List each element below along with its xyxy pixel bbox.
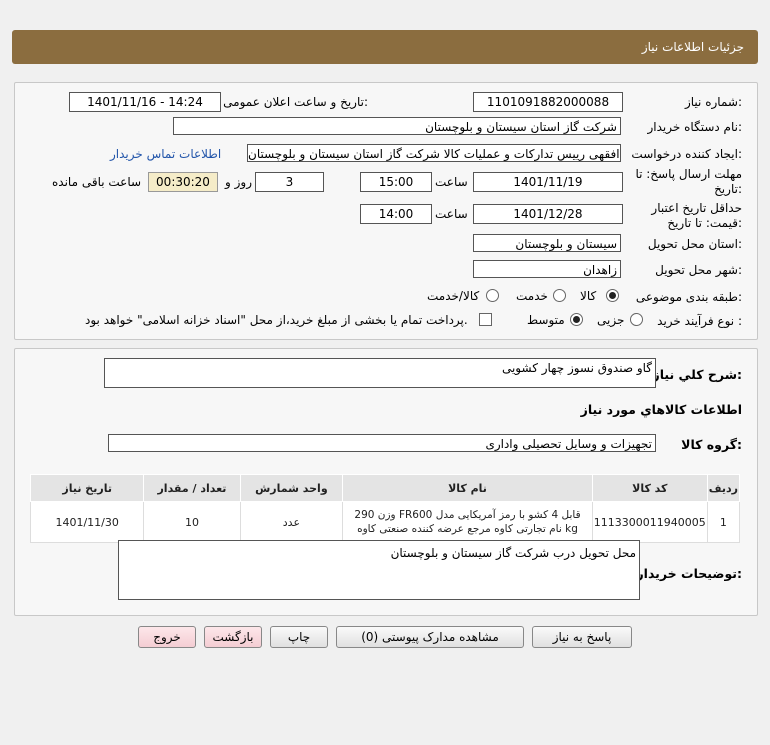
- cell-code: 1113300011940005: [591, 501, 708, 543]
- category-option-goods-service: کالا/خدمت: [427, 289, 480, 303]
- creator-field: سید مهدی افقهی رییس تدارکات و عملیات کال…: [247, 144, 621, 162]
- cell-row-number: 1: [706, 501, 741, 543]
- table-row: 1 1113300011940005 قابل 4 کشو با رمز آمر…: [29, 501, 741, 543]
- buyer-notes-label: توضیحات خریدار:: [636, 566, 742, 581]
- category-radio-goods[interactable]: [606, 289, 619, 302]
- validity-time-field: 14:00: [360, 204, 432, 224]
- goods-group-field: تجهیزات و وسایل تحصیلی واداری: [108, 434, 656, 452]
- col-header-row-number: ردیف: [706, 474, 741, 502]
- panel-header: جزئیات اطلاعات نیاز: [12, 30, 758, 64]
- col-header-date: تاریخ نیاز: [29, 474, 145, 502]
- buyer-notes-field: محل تحویل درب شرکت گاز سیستان و بلوچستان: [118, 540, 640, 600]
- days-label: روز و: [225, 175, 252, 189]
- reply-button[interactable]: پاسخ به نیاز: [532, 626, 632, 648]
- col-header-qty: تعداد / مقدار: [143, 474, 241, 502]
- treasury-payment-note: پرداخت تمام یا بخشی از مبلغ خرید،از محل …: [85, 313, 468, 327]
- page-title: جزئیات اطلاعات نیاز: [641, 40, 744, 54]
- category-option-goods: کالا: [580, 289, 597, 303]
- goods-group-label: گروه کالا:: [681, 437, 742, 452]
- col-header-unit: واحد شمارش: [239, 474, 344, 502]
- province-field: سیستان و بلوچستان: [473, 234, 621, 252]
- category-option-service: خدمت: [516, 289, 548, 303]
- validity-label-line1: حداقل تاریخ اعتبار: [651, 201, 742, 215]
- validity-label-line2: قیمت: تا تاریخ:: [667, 216, 742, 230]
- province-label: استان محل تحویل:: [647, 237, 742, 251]
- deadline-time-label: ساعت: [435, 175, 468, 189]
- process-label: نوع فرآیند خرید :: [657, 314, 742, 328]
- table-header-row: ردیف کد کالا نام کالا واحد شمارش تعداد /…: [29, 474, 741, 502]
- cell-qty: 10: [143, 501, 241, 543]
- print-button[interactable]: چاپ: [270, 626, 328, 648]
- summary-field: گاو صندوق نسوز چهار کشویی: [104, 358, 656, 388]
- attachments-button[interactable]: مشاهده مدارک پیوستی (0): [336, 626, 524, 648]
- days-field: 3: [255, 172, 324, 192]
- cell-date: 1401/11/30: [29, 501, 145, 543]
- cell-name: قابل 4 کشو با رمز آمریکایی مدل FR600 وزن…: [342, 501, 593, 543]
- process-option-medium: متوسط: [527, 313, 565, 327]
- deadline-date-field: 1401/11/19: [473, 172, 623, 192]
- exit-button[interactable]: خروج: [138, 626, 196, 648]
- col-header-name: نام کالا: [342, 474, 593, 502]
- remaining-label: ساعت باقی مانده: [52, 175, 142, 189]
- announce-label: تاریخ و ساعت اعلان عمومی:: [223, 95, 368, 109]
- city-field: زاهدان: [473, 260, 621, 278]
- process-radio-medium[interactable]: [570, 313, 583, 326]
- back-button[interactable]: بازگشت: [204, 626, 262, 648]
- city-label: شهر محل تحویل:: [655, 263, 742, 277]
- summary-label: شرح کلي نياز:: [652, 367, 743, 382]
- contact-buyer-link[interactable]: اطلاعات تماس خریدار: [110, 147, 221, 161]
- cell-unit: عدد: [239, 501, 344, 543]
- announce-field: 1401/11/16 - 14:24: [69, 92, 221, 112]
- category-radio-service[interactable]: [553, 289, 566, 302]
- process-radio-minor[interactable]: [630, 313, 643, 326]
- process-option-minor: جزیی: [597, 313, 625, 327]
- validity-time-label: ساعت: [435, 207, 468, 221]
- deadline-time-field: 15:00: [360, 172, 432, 192]
- need-number-label: شماره نیاز:: [684, 95, 742, 109]
- remaining-time-field: 00:30:20: [148, 172, 218, 192]
- goods-table: ردیف کد کالا نام کالا واحد شمارش تعداد /…: [29, 474, 741, 543]
- validity-date-field: 1401/12/28: [473, 204, 623, 224]
- category-radio-goods-service[interactable]: [486, 289, 499, 302]
- treasury-payment-checkbox[interactable]: [479, 313, 492, 326]
- deadline-label-line2: تاریخ:: [714, 182, 742, 196]
- goods-info-title: اطلاعات کالاهاي مورد نياز: [580, 402, 742, 417]
- category-label: طبقه بندی موضوعی:: [635, 290, 742, 304]
- creator-label: ایجاد کننده درخواست:: [631, 147, 742, 161]
- buyer-org-field: شرکت گاز استان سیستان و بلوچستان: [173, 117, 621, 135]
- deadline-label-line1: مهلت ارسال پاسخ: تا: [635, 167, 742, 181]
- need-number-field: 1101091882000088: [473, 92, 623, 112]
- buyer-org-label: نام دستگاه خریدار:: [647, 120, 743, 134]
- col-header-code: کد کالا: [591, 474, 708, 502]
